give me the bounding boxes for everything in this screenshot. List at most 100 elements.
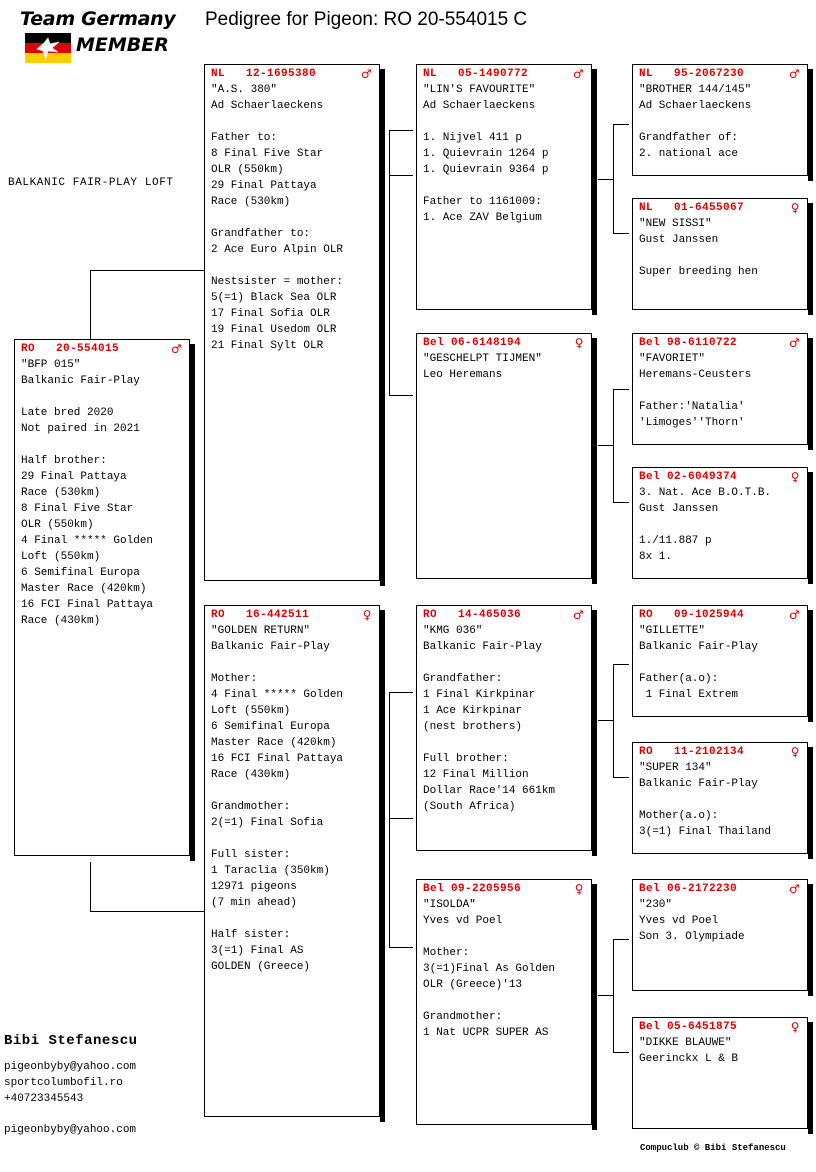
connector-line: [613, 939, 614, 1052]
box-shadow: [380, 69, 385, 586]
ring-number: Bel 05-6451875: [639, 1021, 738, 1033]
ring-number: Bel 02-6049374: [639, 471, 738, 483]
pedigree-box-header: Bel 06-6148194 ♀: [417, 334, 591, 349]
pedigree-box-great-grandparent[interactable]: NL 01-6455067 ♀ "NEW SISSI" Gust Janssen…: [632, 198, 808, 310]
pedigree-box-grandparent[interactable]: Bel 06-6148194 ♀ "GESCHELPT TIJMEN" Leo …: [416, 333, 592, 579]
pedigree-box-header: Bel 98-6110722 ♂: [633, 334, 807, 349]
ring-number: NL 12-1695380: [211, 68, 317, 80]
pedigree-box-body: "BFP 015" Balkanic Fair-Play Late bred 2…: [21, 359, 154, 627]
owner-email-secondary: pigeonbyby@yahoo.com: [4, 1124, 137, 1136]
pedigree-box-great-grandparent[interactable]: Bel 02-6049374 ♀ 3. Nat. Ace B.O.T.B. Gu…: [632, 467, 808, 579]
box-shadow: [808, 203, 813, 315]
ring-number: RO 16-442511: [211, 609, 310, 621]
ring-number: Bel 09-2205956: [423, 883, 522, 895]
connector-line: [613, 389, 614, 502]
pedigree-box-header: RO 14-465036 ♂: [417, 606, 591, 621]
pedigree-box-great-grandparent[interactable]: Bel 05-6451875 ♀ "DIKKE BLAUWE" Geerinck…: [632, 1017, 808, 1129]
pedigree-box-header: Bel 05-6451875 ♀: [633, 1018, 807, 1033]
ring-number: NL 01-6455067: [639, 202, 745, 214]
connector-line: [613, 1052, 629, 1053]
connector-line: [613, 389, 629, 390]
male-symbol-icon: ♂: [788, 608, 800, 622]
connector-line: [389, 395, 413, 396]
connector-line: [613, 664, 614, 777]
ring-number: RO 14-465036: [423, 609, 522, 621]
ring-number: Bel 06-6148194: [423, 337, 522, 349]
pedigree-box-header: RO 11-2102134 ♀: [633, 743, 807, 758]
female-symbol-icon: ♀: [574, 882, 584, 896]
pedigree-box-great-grandparent[interactable]: RO 09-1025944 ♂ "GILLETTE" Balkanic Fair…: [632, 605, 808, 717]
connector-line: [613, 939, 629, 940]
pedigree-box-body: "GILLETTE" Balkanic Fair-Play Father(a.o…: [639, 625, 758, 701]
ring-number: NL 95-2067230: [639, 68, 745, 80]
male-symbol-icon: ♂: [788, 67, 800, 81]
connector-line: [90, 270, 91, 341]
box-shadow: [190, 344, 195, 861]
female-symbol-icon: ♀: [790, 1020, 800, 1034]
connector-line: [613, 124, 614, 233]
pedigree-box-grandparent[interactable]: NL 05-1490772 ♂ "LIN'S FAVOURITE" Ad Sch…: [416, 64, 592, 310]
pedigree-box-header: NL 01-6455067 ♀: [633, 199, 807, 214]
female-symbol-icon: ♀: [574, 336, 584, 350]
pedigree-box-body: "230" Yves vd Poel Son 3. Olympiade: [639, 899, 745, 943]
dove-icon: [36, 37, 60, 61]
pedigree-box-father[interactable]: NL 12-1695380 ♂ "A.S. 380" Ad Schaerlaec…: [204, 64, 380, 581]
box-shadow: [808, 338, 813, 450]
male-symbol-icon: ♂: [572, 608, 584, 622]
female-symbol-icon: ♀: [790, 745, 800, 759]
pedigree-box-header: NL 05-1490772 ♂: [417, 65, 591, 80]
connector-line: [389, 130, 390, 395]
pedigree-box-mother[interactable]: RO 16-442511 ♀ "GOLDEN RETURN" Balkanic …: [204, 605, 380, 1117]
connector-line: [389, 130, 413, 131]
pedigree-box-great-grandparent[interactable]: Bel 98-6110722 ♂ "FAVORIET" Heremans-Ceu…: [632, 333, 808, 445]
ring-number: NL 05-1490772: [423, 68, 529, 80]
ring-number: RO 09-1025944: [639, 609, 745, 621]
pedigree-box-great-grandparent[interactable]: NL 95-2067230 ♂ "BROTHER 144/145" Ad Sch…: [632, 64, 808, 176]
pedigree-box-body: 3. Nat. Ace B.O.T.B. Gust Janssen 1./11.…: [639, 487, 772, 563]
connector-line: [90, 270, 204, 271]
page-title: Pedigree for Pigeon: RO 20-554015 C: [205, 9, 528, 30]
box-shadow: [808, 472, 813, 584]
box-shadow: [592, 884, 597, 1130]
pedigree-box-great-grandparent[interactable]: RO 11-2102134 ♀ "SUPER 134" Balkanic Fai…: [632, 742, 808, 854]
male-symbol-icon: ♂: [572, 67, 584, 81]
pedigree-box-subject[interactable]: RO 20-554015 ♂ "BFP 015" Balkanic Fair-P…: [14, 339, 190, 856]
pedigree-box-grandparent[interactable]: Bel 09-2205956 ♀ "ISOLDA" Yves vd Poel M…: [416, 879, 592, 1125]
box-shadow: [592, 610, 597, 856]
pedigree-box-body: "BROTHER 144/145" Ad Schaerlaeckens Gran…: [639, 84, 752, 160]
female-symbol-icon: ♀: [362, 608, 372, 622]
male-symbol-icon: ♂: [788, 336, 800, 350]
pedigree-box-header: RO 20-554015 ♂: [15, 340, 189, 355]
pedigree-box-header: Bel 09-2205956 ♀: [417, 880, 591, 895]
pedigree-box-great-grandparent[interactable]: Bel 06-2172230 ♂ "230" Yves vd Poel Son …: [632, 879, 808, 991]
connector-line: [389, 947, 413, 948]
pedigree-box-body: "GESCHELPT TIJMEN" Leo Heremans: [423, 353, 542, 381]
team-germany-logo: Team Germany MEMBER: [8, 8, 194, 70]
loft-name-caption: BALKANIC FAIR-PLAY LOFT: [8, 177, 174, 189]
ring-number: RO 20-554015: [21, 343, 120, 355]
pedigree-box-body: "LIN'S FAVOURITE" Ad Schaerlaeckens 1. N…: [423, 84, 549, 224]
pedigree-box-body: "FAVORIET" Heremans-Ceusters Father:'Nat…: [639, 353, 752, 429]
pedigree-box-header: NL 12-1695380 ♂: [205, 65, 379, 80]
connector-line: [613, 124, 629, 125]
ring-number: RO 11-2102134: [639, 746, 745, 758]
pedigree-box-header: RO 09-1025944 ♂: [633, 606, 807, 621]
male-symbol-icon: ♂: [360, 67, 372, 81]
pedigree-box-grandparent[interactable]: RO 14-465036 ♂ "KMG 036" Balkanic Fair-P…: [416, 605, 592, 851]
box-shadow: [808, 747, 813, 859]
connector-line: [598, 179, 613, 180]
connector-line: [598, 720, 613, 721]
pedigree-box-body: "A.S. 380" Ad Schaerlaeckens Father to: …: [211, 84, 344, 352]
pedigree-box-header: NL 95-2067230 ♂: [633, 65, 807, 80]
connector-line: [90, 911, 204, 912]
german-flag-icon: [25, 33, 71, 63]
owner-name: Bibi Stefanescu: [4, 1033, 138, 1049]
connector-line: [598, 995, 613, 996]
connector-line: [90, 862, 91, 911]
pedigree-box-body: "SUPER 134" Balkanic Fair-Play Mother(a.…: [639, 762, 772, 838]
connector-line: [613, 233, 629, 234]
male-symbol-icon: ♂: [170, 342, 182, 356]
connector-line: [613, 502, 629, 503]
connector-line: [613, 777, 629, 778]
connector-line: [389, 818, 413, 819]
